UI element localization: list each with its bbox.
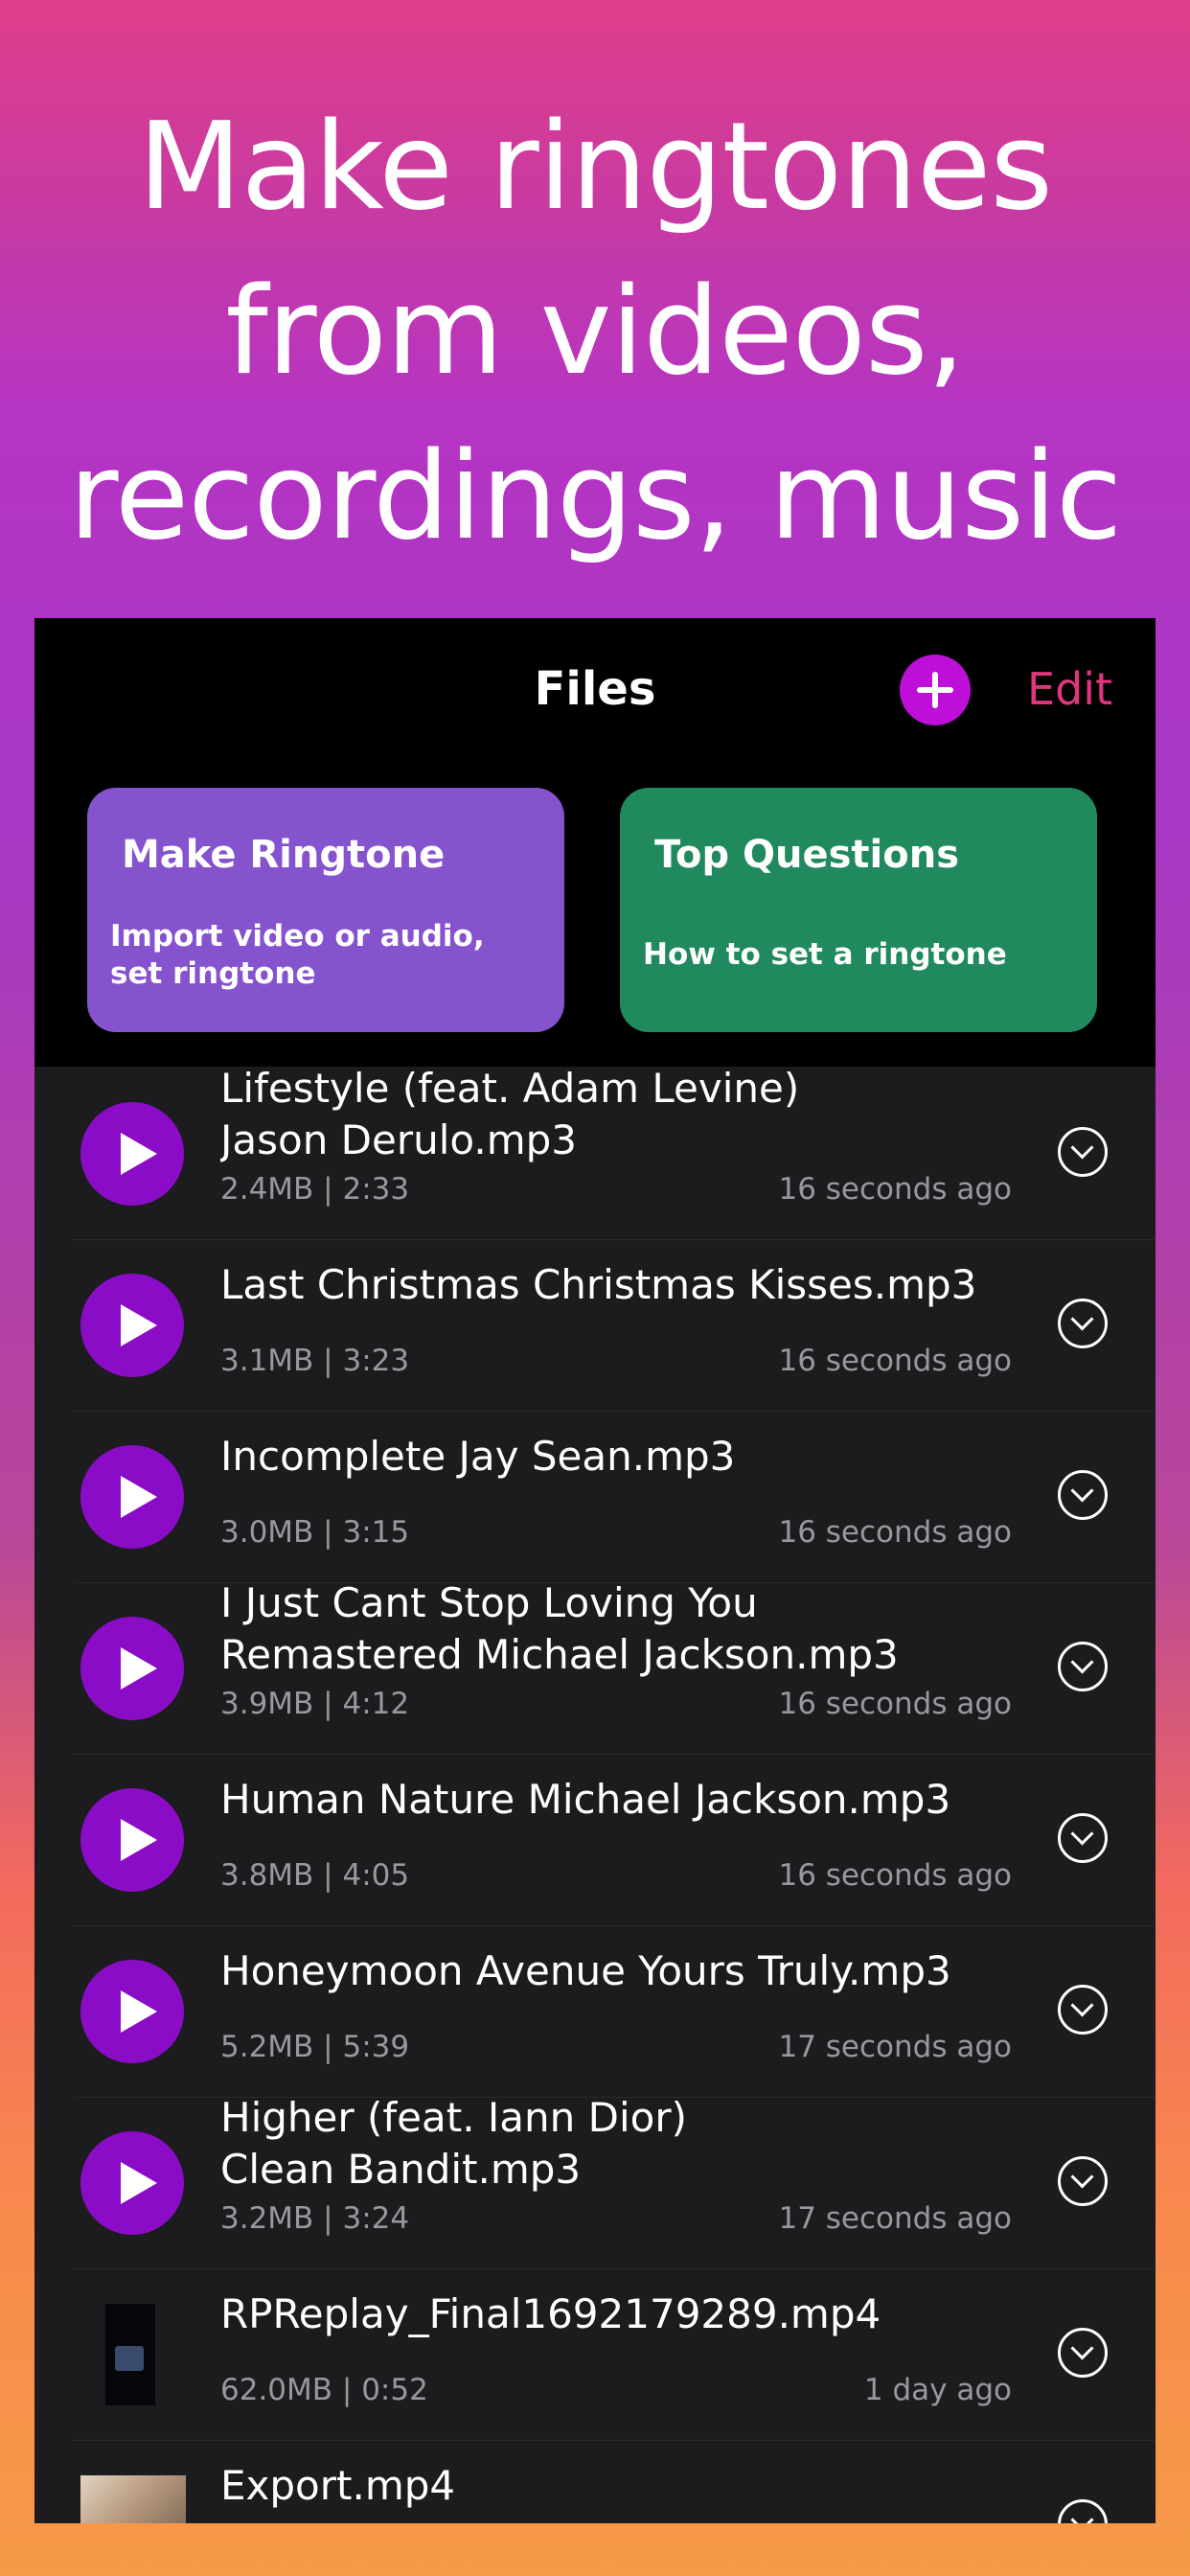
file-name: Last Christmas Christmas Kisses.mp3 — [220, 1261, 977, 1308]
file-row[interactable]: Lifestyle (feat. Adam Levine) Jason Deru… — [34, 1065, 1156, 1240]
chevron-down-icon[interactable] — [1058, 1127, 1108, 1177]
add-file-button[interactable] — [900, 655, 971, 725]
play-icon[interactable] — [80, 1788, 184, 1892]
play-icon[interactable] — [80, 1617, 184, 1720]
top-questions-title: Top Questions — [654, 833, 960, 877]
top-bar: Files Edit Make Ringtone Import video or… — [34, 618, 1156, 1067]
chevron-down-icon[interactable] — [1058, 1642, 1108, 1691]
file-row[interactable]: Incomplete Jay Sean.mp3 3.0MB | 3:15 16 … — [34, 1412, 1156, 1583]
play-icon[interactable] — [80, 1960, 184, 2063]
file-name-line-2: Clean Bandit.mp3 — [220, 2146, 582, 2193]
file-name: Honeymoon Avenue Yours Truly.mp3 — [220, 1947, 951, 1994]
make-ringtone-subtitle: Import video or audio, set ringtone — [110, 919, 485, 991]
file-name: Export.mp4 — [220, 2462, 456, 2509]
file-row[interactable]: Export.mp4 — [34, 2441, 1156, 2523]
chevron-down-icon[interactable] — [1058, 2499, 1108, 2523]
file-time: 16 seconds ago — [778, 1344, 1012, 1378]
file-row[interactable]: Human Nature Michael Jackson.mp3 3.8MB |… — [34, 1755, 1156, 1926]
file-row[interactable]: I Just Cant Stop Loving You Remastered M… — [34, 1579, 1156, 1755]
file-time: 16 seconds ago — [778, 1687, 1012, 1721]
file-row[interactable]: Last Christmas Christmas Kisses.mp3 3.1M… — [34, 1240, 1156, 1412]
file-name-line-1: Higher (feat. Iann Dior) — [220, 2094, 687, 2141]
chevron-down-icon[interactable] — [1058, 1299, 1108, 1348]
chevron-down-icon[interactable] — [1058, 2328, 1108, 2378]
file-meta: 3.0MB | 3:15 — [220, 1515, 410, 1550]
headline: Make ringtones from videos, recordings, … — [0, 84, 1190, 579]
file-name-line-1: I Just Cant Stop Loving You — [220, 1579, 758, 1626]
video-thumbnail — [105, 2304, 155, 2405]
file-time: 16 seconds ago — [778, 1172, 1012, 1207]
video-thumbnail — [80, 2475, 186, 2523]
play-icon[interactable] — [80, 2131, 184, 2235]
make-ringtone-title: Make Ringtone — [122, 833, 446, 877]
file-name: Incomplete Jay Sean.mp3 — [220, 1433, 736, 1480]
app-screen: Files Edit Make Ringtone Import video or… — [34, 618, 1156, 2523]
file-time: 1 day ago — [863, 2373, 1012, 2407]
file-name: Lifestyle (feat. Adam Levine) Jason Deru… — [220, 1063, 1025, 1166]
file-meta: 3.1MB | 3:23 — [220, 1344, 410, 1378]
make-ringtone-card[interactable]: Make Ringtone Import video or audio, set… — [87, 788, 564, 1032]
file-row[interactable]: RPReplay_Final1692179289.mp4 62.0MB | 0:… — [34, 2269, 1156, 2441]
headline-line-2: from videos, — [225, 261, 965, 402]
file-meta: 62.0MB | 0:52 — [220, 2373, 428, 2407]
chevron-down-icon[interactable] — [1058, 1470, 1108, 1520]
file-meta: 5.2MB | 5:39 — [220, 2030, 410, 2064]
file-time: 17 seconds ago — [778, 2030, 1012, 2064]
file-meta: 3.8MB | 4:05 — [220, 1858, 410, 1893]
headline-line-3: recordings, music — [68, 426, 1123, 566]
file-name: I Just Cant Stop Loving You Remastered M… — [220, 1577, 1025, 1681]
file-time: 16 seconds ago — [778, 1515, 1012, 1550]
file-name: Human Nature Michael Jackson.mp3 — [220, 1776, 951, 1823]
headline-line-1: Make ringtones — [137, 96, 1053, 237]
top-questions-card[interactable]: Top Questions How to set a ringtone — [620, 788, 1097, 1032]
file-name-line-2: Remastered Michael Jackson.mp3 — [220, 1631, 899, 1678]
file-name: Higher (feat. Iann Dior) Clean Bandit.mp… — [220, 2092, 1025, 2196]
chevron-down-icon[interactable] — [1058, 1813, 1108, 1863]
play-icon[interactable] — [80, 1274, 184, 1377]
top-questions-subtitle: How to set a ringtone — [643, 937, 1007, 972]
file-name-line-2: Jason Derulo.mp3 — [220, 1116, 578, 1163]
edit-button[interactable]: Edit — [1027, 660, 1112, 718]
file-name-line-1: Lifestyle (feat. Adam Levine) — [220, 1065, 800, 1112]
chevron-down-icon[interactable] — [1058, 2156, 1108, 2206]
play-icon[interactable] — [80, 1102, 184, 1206]
play-icon[interactable] — [80, 1445, 184, 1549]
page-title: Files — [534, 662, 656, 716]
file-time: 17 seconds ago — [778, 2201, 1012, 2236]
file-row[interactable]: Honeymoon Avenue Yours Truly.mp3 5.2MB |… — [34, 1926, 1156, 2098]
file-meta: 3.2MB | 3:24 — [220, 2201, 410, 2236]
file-name: RPReplay_Final1692179289.mp4 — [220, 2290, 881, 2337]
file-meta: 3.9MB | 4:12 — [220, 1687, 410, 1721]
video-thumbnail-frame — [115, 2346, 144, 2371]
file-time: 16 seconds ago — [778, 1858, 1012, 1893]
file-meta: 2.4MB | 2:33 — [220, 1172, 410, 1207]
chevron-down-icon[interactable] — [1058, 1985, 1108, 2035]
file-row[interactable]: Higher (feat. Iann Dior) Clean Bandit.mp… — [34, 2094, 1156, 2269]
